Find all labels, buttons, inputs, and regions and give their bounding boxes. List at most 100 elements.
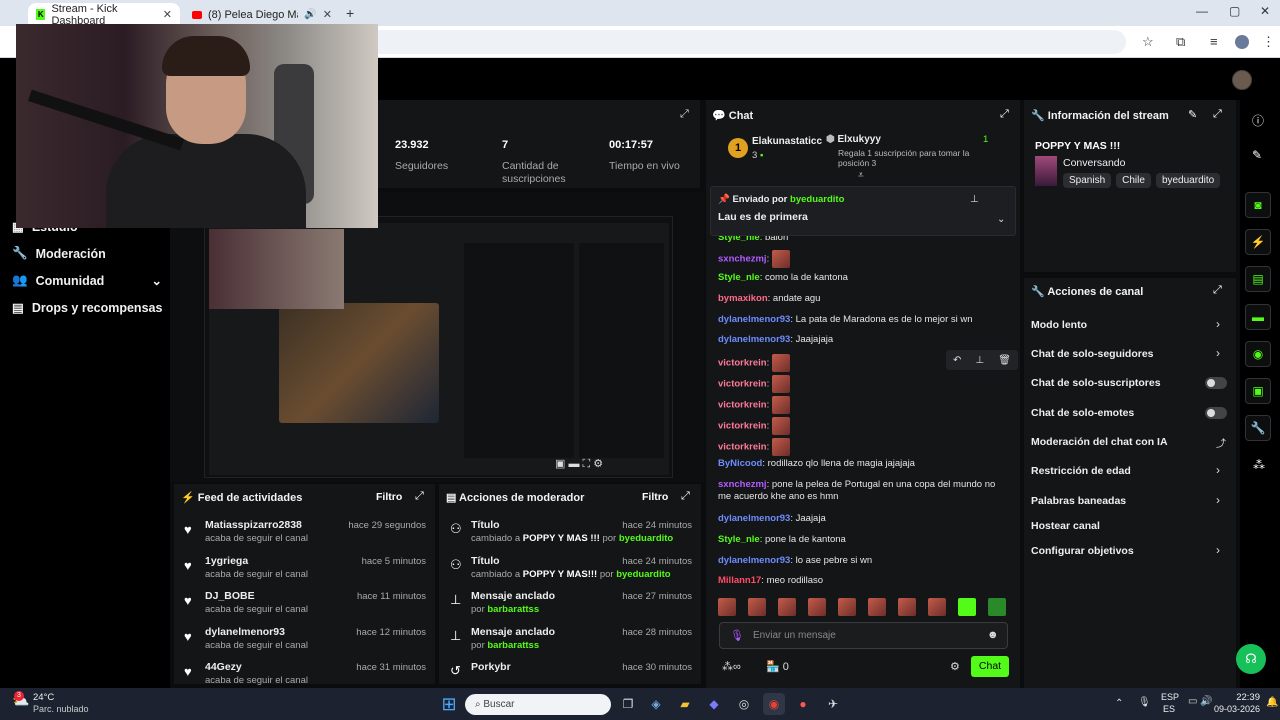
close-window-button[interactable]: ✕ [1260,4,1270,18]
chevron-up-icon[interactable]: ⌃ [1115,698,1123,709]
pencil-icon[interactable]: ✎ [1252,148,1262,162]
channel-action-label[interactable]: Restricción de edad [1031,465,1131,477]
channel-action-label[interactable]: Chat de solo-seguidores [1031,348,1154,360]
feed-username[interactable]: Matiasspizarro2838 [205,519,302,531]
chat-message[interactable]: ByNicood: rodillazo qlo llena de magia j… [718,458,1008,470]
channel-action-label[interactable]: Chat de solo-suscriptores [1031,377,1161,389]
notifications-icon[interactable]: 🔔 [1266,697,1278,708]
emote-icon[interactable] [928,598,946,616]
category-thumbnail[interactable] [1035,156,1057,186]
mod-sub-user[interactable]: byeduardito [616,569,670,580]
language-indicator[interactable]: ESP [1161,692,1179,702]
chevron-right-icon[interactable]: › [1216,463,1220,477]
chevron-right-icon[interactable]: › [1216,493,1220,507]
browser-tab-kick[interactable]: K Stream - Kick Dashboard ✕ [28,3,180,27]
tag[interactable]: byeduardito [1155,173,1221,188]
wrench-icon[interactable]: 🔧 [1245,415,1271,441]
chat-message[interactable]: sxnchezmj: [718,250,1008,268]
reply-icon[interactable]: ↶ [953,355,961,366]
pin-icon[interactable]: ⊥ [975,355,984,366]
channel-action-label[interactable]: Moderación del chat con IA [1031,436,1168,448]
taskbar-search[interactable]: ⌕ Buscar [465,694,611,715]
chat-username[interactable]: bymaxikon [718,293,768,304]
chat-username[interactable]: victorkrein [718,421,767,432]
mod-filter-button[interactable]: Filtro [642,491,668,503]
app-icon[interactable]: ● [792,693,814,715]
help-button[interactable]: ☊ [1236,644,1266,674]
expand-icon[interactable]: ⤢ [1213,108,1222,121]
nav-item-drops[interactable]: ▤ Drops y recompensas [12,300,162,316]
channel-action-label[interactable]: Modo lento [1031,319,1087,331]
chat-message[interactable]: victorkrein: [718,375,1008,393]
audio-icon[interactable]: 🔊 [304,9,316,20]
tag[interactable]: Chile [1116,173,1151,188]
chat-message[interactable]: victorkrein: [718,417,1008,435]
chat-username[interactable]: sxnchezmj [718,479,767,490]
top-gifter-name[interactable]: Elakunastaticc [752,136,822,147]
chat-username[interactable]: dylanelmenor93 [718,555,790,566]
chat-username[interactable]: Millann17 [718,575,761,586]
channel-action-label[interactable]: Hostear canal [1031,520,1100,532]
maximize-button[interactable]: ▢ [1229,4,1240,18]
chat-message[interactable]: dylanelmenor93: Jaajajaja [718,334,1008,346]
toggle-switch[interactable] [1205,377,1227,389]
chat-icon[interactable]: ▬ [1245,304,1271,330]
chat-username[interactable]: dylanelmenor93 [718,513,790,524]
category-name[interactable]: Conversando [1063,157,1125,169]
chat-username[interactable]: victorkrein [718,400,767,411]
chat-message[interactable]: dylanelmenor93: lo ase pebre si wn [718,555,1008,567]
emoji-icon[interactable]: ☻ [987,629,999,641]
apps-icon[interactable]: ⁂ [1253,458,1265,472]
emote-icon[interactable] [748,598,766,616]
mod-sub-user[interactable]: byeduardito [619,533,673,544]
chat-username[interactable]: dylanelmenor93 [718,314,790,325]
info-icon[interactable]: ⓘ [1252,112,1264,129]
emote-icon[interactable] [868,598,886,616]
activity-filter-button[interactable]: Filtro [376,491,402,503]
profile-avatar[interactable] [1235,35,1249,49]
minimize-button[interactable]: — [1196,4,1208,18]
windows-start-icon[interactable]: ⊞ [438,693,460,715]
chat-username[interactable]: victorkrein [718,442,767,453]
chat-message[interactable]: dylanelmenor93: La pata de Maradona es d… [718,314,1008,326]
pin-icon[interactable]: ⊥ [970,194,979,205]
expand-icon[interactable]: ⤢ [680,108,689,121]
teams-icon[interactable]: ◆ [703,693,725,715]
chevron-right-icon[interactable]: › [1216,346,1220,360]
stream-preview[interactable]: ▣ ▬ ⛶ ⚙ [204,216,673,478]
chat-message[interactable]: sxnchezmj: pone la pelea de Portugal en … [718,479,1008,503]
chevron-right-icon[interactable]: › [1216,317,1220,331]
mod-sub-user[interactable]: barbarattss [487,604,539,615]
infinity-icon[interactable]: ⁂∞ [722,660,741,673]
chat-message[interactable]: victorkrein: [718,438,1008,456]
microphone-icon[interactable]: 🎙 [1138,697,1151,708]
emote-icon[interactable] [958,598,976,616]
chat-username[interactable]: dylanelmenor93 [718,334,790,345]
edit-icon[interactable]: ✎ [1188,108,1197,121]
bolt-icon[interactable]: ⚡ [1245,229,1271,255]
chat-username[interactable]: sxnchezmj [718,254,767,265]
delete-icon[interactable]: 🗑 [998,355,1011,366]
user-avatar[interactable] [1232,70,1252,90]
mod-sub-user[interactable]: barbarattss [487,640,539,651]
expand-icon[interactable]: ⤢ [415,490,424,503]
clock-time[interactable]: 22:39 [1220,692,1260,703]
nav-item-moderacion[interactable]: 🔧 Moderación [12,246,106,261]
app-icon[interactable]: ◎ [733,693,755,715]
chat-input[interactable]: 🎙 Enviar un mensaje ☻ [719,622,1008,649]
chat-message[interactable]: Style_nle: como la de kantona [718,272,1008,284]
chevron-right-icon[interactable]: › [1216,543,1220,557]
chat-message[interactable]: bymaxikon: andate agu [718,293,1008,305]
feed-username[interactable]: 44Gezy [205,661,242,673]
chat-message[interactable]: Millann17: meo rodillaso [718,575,1008,587]
notes-icon[interactable]: ▤ [1245,266,1271,292]
layout-icon[interactable]: ▣ [1245,378,1271,404]
expand-icon[interactable]: ⤢ [1213,284,1222,297]
feed-username[interactable]: 1ygriega [205,555,248,567]
feed-username[interactable]: DJ_BOBE [205,590,255,602]
camera-icon[interactable]: ◙ [1245,192,1271,218]
broadcast-icon[interactable]: ◉ [1245,341,1271,367]
file-explorer-icon[interactable]: ▰ [674,693,696,715]
network-volume-icons[interactable]: ▭ 🔊 [1188,696,1213,707]
browser-tab-youtube[interactable]: (8) Pelea Diego Maradona 🔊 ✕ [184,3,340,26]
